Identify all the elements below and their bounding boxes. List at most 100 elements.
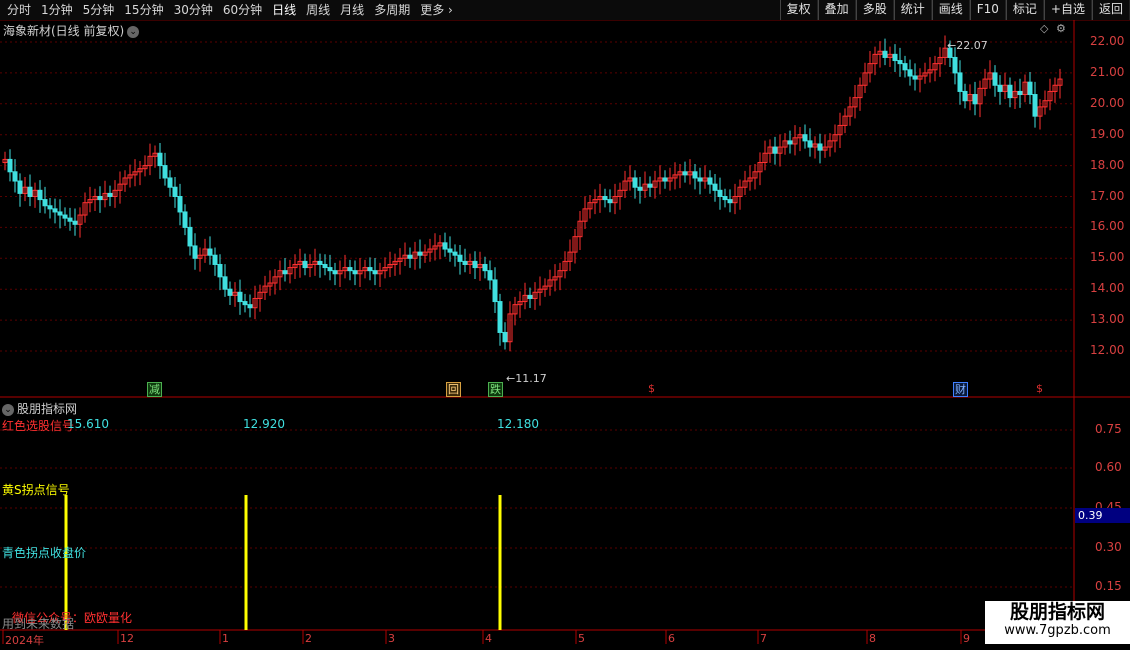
candle-body: [957, 72, 963, 92]
candle-body: [247, 304, 253, 309]
price-tick: 19.00: [1090, 126, 1125, 141]
candle-body: [107, 192, 113, 198]
current-indicator-value: 0.39: [1075, 508, 1130, 523]
candle-body: [302, 260, 308, 269]
candle-body: [217, 263, 223, 278]
badge-finance[interactable]: 财: [953, 382, 968, 397]
date-tick: 6: [668, 632, 675, 645]
candle-body: [722, 196, 728, 201]
candle-body: [72, 220, 78, 225]
candle-body: [47, 205, 53, 210]
candle-body: [227, 288, 233, 296]
diamond-icon[interactable]: ◇: [1040, 22, 1048, 35]
candle-body: [62, 214, 68, 219]
price-tick: 17.00: [1090, 188, 1125, 203]
candle-body: [907, 69, 913, 77]
cyan-close-label: 青色拐点收盘价: [2, 546, 87, 560]
price-tick: 12.00: [1090, 343, 1125, 357]
candle-body: [602, 196, 608, 201]
candle-body: [817, 143, 823, 151]
yellow-signal-label: 黄S拐点信号: [2, 483, 70, 497]
candle-body: [457, 254, 463, 262]
signal-value-2: 12.920: [243, 417, 285, 431]
date-tick: 2: [305, 632, 312, 645]
yellow-signal-bar: [498, 495, 502, 630]
candle-body: [327, 267, 333, 272]
candle-body: [187, 226, 193, 247]
indicator-title-text: 股朋指标网: [17, 402, 78, 416]
candle-body: [902, 63, 908, 71]
date-tick: 9: [963, 632, 970, 645]
candle-body: [802, 134, 808, 142]
badge-fall-text: 跌: [490, 383, 501, 396]
dividend-badge[interactable]: $: [645, 382, 658, 395]
chevron-down-icon[interactable]: ⌄: [2, 403, 14, 416]
candle-body: [472, 260, 478, 269]
candle-body: [692, 171, 698, 179]
candle-body: [237, 291, 243, 303]
date-tick: 5: [578, 632, 585, 645]
candle-body: [52, 208, 58, 213]
badge-reduce-text: 减: [149, 383, 160, 396]
candle-body: [417, 251, 423, 256]
candle-body: [367, 267, 373, 272]
candle-body: [527, 294, 533, 299]
future-data-note: 用到未来数据: [2, 617, 75, 631]
candle-body: [1027, 81, 1033, 96]
stock-title[interactable]: 海象新材(日线 前复权) ⌄: [3, 22, 140, 39]
settings-icon[interactable]: ⚙: [1056, 22, 1066, 35]
candle-body: [242, 301, 248, 306]
red-signal-label: 红色选股信号: [2, 419, 75, 433]
dividend-badge-text: $: [648, 382, 655, 395]
watermark-title: 股朋指标网: [1009, 601, 1105, 623]
date-tick: 4: [485, 632, 492, 645]
candle-body: [447, 248, 453, 253]
candle-body: [712, 183, 718, 191]
candle-body: [707, 177, 713, 185]
indicator-tick: 0.75: [1095, 422, 1122, 436]
indicator-tick: 0.60: [1095, 460, 1122, 474]
candle-body: [962, 90, 968, 102]
stock-title-text: 海象新材(日线 前复权): [3, 24, 125, 38]
candle-body: [497, 301, 503, 333]
candle-body: [27, 186, 33, 197]
candle-body: [952, 56, 958, 74]
site-watermark: 股朋指标网 www.7gpzb.com: [985, 601, 1130, 644]
candle-body: [1032, 94, 1038, 117]
candle-body: [7, 158, 13, 173]
candle-body: [772, 146, 778, 154]
indicator-title[interactable]: ⌄ 股朋指标网: [2, 400, 77, 417]
candle-body: [322, 263, 328, 269]
candle-body: [787, 140, 793, 145]
price-tick: 22.00: [1090, 34, 1125, 48]
badge-fall[interactable]: 跌: [488, 382, 503, 397]
price-tick: 18.00: [1090, 157, 1125, 172]
date-tick: 1: [222, 632, 229, 645]
badge-return[interactable]: 回: [446, 382, 461, 397]
chevron-down-icon[interactable]: ⌄: [127, 25, 140, 38]
candle-body: [882, 50, 888, 58]
candle-body: [17, 180, 23, 194]
price-tick: 14.00: [1090, 281, 1125, 296]
yellow-signal-bar: [244, 495, 248, 630]
price-tick: 21.00: [1090, 64, 1125, 79]
top-right-icons: ◇ ⚙: [1040, 22, 1066, 35]
low-price-tag: ←11.17: [506, 372, 547, 385]
candle-body: [67, 217, 73, 222]
candle-body: [172, 186, 178, 197]
date-tick: 8: [869, 632, 876, 645]
candle-body: [12, 171, 18, 182]
candle-body: [637, 186, 643, 191]
candle-body: [182, 211, 188, 228]
candle-body: [207, 248, 213, 256]
candle-body: [407, 254, 413, 259]
badge-return-text: 回: [448, 383, 459, 396]
candle-body: [992, 72, 998, 86]
candle-body: [452, 251, 458, 256]
candle-body: [997, 84, 1003, 92]
watermark-url: www.7gpzb.com: [1004, 623, 1111, 638]
candle-body: [212, 254, 218, 265]
candle-body: [282, 270, 288, 275]
dividend-badge-2[interactable]: $: [1033, 382, 1046, 395]
badge-reduce[interactable]: 减: [147, 382, 162, 397]
